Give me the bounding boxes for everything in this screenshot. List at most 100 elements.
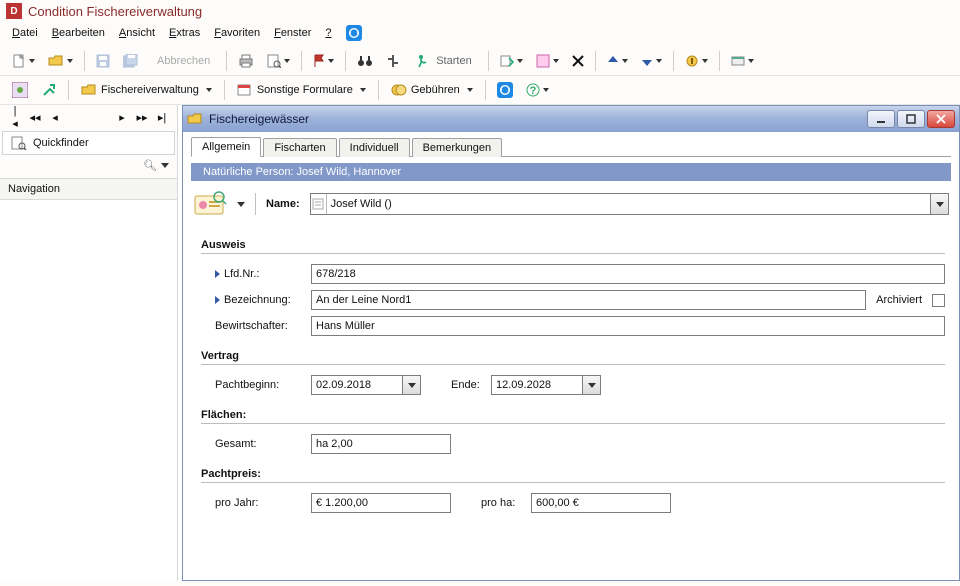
group-vertrag-title: Vertrag (201, 350, 945, 365)
window-icon (187, 111, 203, 127)
abort-button: Abbrechen (148, 50, 219, 72)
minimize-button[interactable] (867, 110, 895, 128)
separator (595, 51, 596, 71)
record-navigator: |◂ ◂◂ ◂ ▸ ▸▸ ▸| (0, 105, 177, 129)
separator (224, 80, 225, 100)
form-body: Ausweis Lfd.Nr.: Bezeichnung: Archiviert… (183, 233, 959, 537)
module-a-icon[interactable] (8, 79, 32, 101)
menubar: Datei Bearbeiten Ansicht Extras Favorite… (0, 22, 960, 47)
projahr-field[interactable] (311, 493, 451, 513)
tool-b-button[interactable] (532, 50, 563, 72)
record-fastprev-button[interactable]: ◂◂ (26, 109, 44, 125)
search-icon[interactable]: 🔍︎ (143, 159, 157, 172)
app-titlebar: D Condition Fischereiverwaltung (0, 0, 960, 22)
bewirtschafter-field[interactable] (311, 316, 945, 336)
tool-a-button[interactable] (496, 50, 527, 72)
quickfinder-icon (11, 136, 27, 150)
fischereiverwaltung-menu[interactable]: Fischereiverwaltung (76, 79, 217, 101)
gesamt-field[interactable] (311, 434, 451, 454)
tab-fischarten[interactable]: Fischarten (263, 138, 336, 157)
binoculars-icon[interactable] (353, 50, 377, 72)
forms-icon (237, 83, 253, 97)
separator (226, 51, 227, 71)
name-value: Josef Wild () (327, 198, 930, 210)
menu-fenster[interactable]: Fenster (274, 27, 311, 39)
group-flaechen: Flächen: Gesamt: (201, 409, 945, 458)
tabstrip: Allgemein Fischarten Individuell Bemerku… (183, 132, 959, 156)
menu-ansicht[interactable]: Ansicht (119, 27, 155, 39)
separator (255, 193, 256, 215)
record-last-button[interactable]: ▸| (153, 109, 171, 125)
group-vertrag: Vertrag Pachtbeginn: Ende: (201, 350, 945, 399)
gebuehren-menu[interactable]: Gebühren (386, 79, 478, 101)
archiviert-checkbox[interactable] (932, 294, 945, 307)
app-title-text: Condition Fischereiverwaltung (28, 4, 202, 19)
quickfinder-label: Quickfinder (33, 137, 89, 149)
svg-text:?: ? (529, 85, 536, 97)
filter-button[interactable] (382, 50, 404, 72)
record-next-button[interactable]: ▸ (113, 109, 131, 125)
name-dropdown-button[interactable] (930, 194, 948, 214)
name-combobox[interactable]: Josef Wild () (310, 193, 949, 215)
open-button[interactable] (44, 50, 77, 72)
separator (301, 51, 302, 71)
menu-datei[interactable]: Datei (12, 27, 38, 39)
delete-button[interactable] (568, 50, 588, 72)
name-row: Name: Josef Wild () (183, 185, 959, 233)
separator (485, 80, 486, 100)
group-ausweis-title: Ausweis (201, 239, 945, 254)
archiviert-label: Archiviert (876, 294, 922, 306)
tab-bemerkungen[interactable]: Bemerkungen (412, 138, 503, 157)
mdi-titlebar[interactable]: Fischereigewässer (183, 106, 959, 132)
print-button[interactable] (234, 50, 258, 72)
pachtbeginn-label: Pachtbeginn: (215, 379, 301, 391)
nav-up-button[interactable] (603, 50, 632, 72)
module-b-icon[interactable] (37, 79, 61, 101)
gesamt-label: Gesamt: (215, 438, 301, 450)
chevron-down-icon[interactable] (161, 163, 169, 168)
projahr-label: pro Jahr: (215, 497, 301, 509)
start-button[interactable]: Starten (409, 50, 480, 72)
navigation-body (0, 200, 177, 581)
bezeichnung-label: Bezeichnung: (215, 294, 301, 306)
new-button[interactable] (8, 50, 39, 72)
group-ausweis: Ausweis Lfd.Nr.: Bezeichnung: Archiviert… (201, 239, 945, 340)
teamviewer-button[interactable] (493, 79, 517, 101)
tab-allgemein[interactable]: Allgemein (191, 137, 261, 157)
help-button[interactable]: ? (522, 79, 553, 101)
toolbar-main: Abbrechen Starten (0, 47, 960, 76)
close-button[interactable] (927, 110, 955, 128)
tab-individuell[interactable]: Individuell (339, 138, 410, 157)
proha-label: pro ha: (461, 497, 521, 509)
navigation-header[interactable]: Navigation (0, 178, 177, 200)
arrow-icon (215, 270, 220, 278)
record-fastnext-button[interactable]: ▸▸ (133, 109, 151, 125)
lfdnr-field[interactable] (311, 264, 945, 284)
maximize-button[interactable] (897, 110, 925, 128)
proha-field[interactable] (531, 493, 671, 513)
record-prev-button[interactable]: ◂ (46, 109, 64, 125)
sonstige-formulare-menu[interactable]: Sonstige Formulare (232, 79, 371, 101)
menu-extras[interactable]: Extras (169, 27, 200, 39)
teamviewer-icon[interactable] (346, 25, 362, 41)
pachtbeginn-field[interactable] (311, 375, 421, 395)
date-dropdown-button[interactable] (402, 376, 420, 394)
tool-c-button[interactable] (681, 50, 712, 72)
tool-d-button[interactable] (727, 50, 758, 72)
record-first-button[interactable]: |◂ (6, 109, 24, 125)
menu-favoriten[interactable]: Favoriten (214, 27, 260, 39)
ende-field[interactable] (491, 375, 601, 395)
date-dropdown-button[interactable] (582, 376, 600, 394)
separator (488, 51, 489, 71)
quickfinder-header[interactable]: Quickfinder (2, 131, 175, 155)
separator (378, 80, 379, 100)
workspace: |◂ ◂◂ ◂ ▸ ▸▸ ▸| Quickfinder 🔍︎ Navigatio… (0, 105, 960, 581)
nav-down-button[interactable] (637, 50, 666, 72)
menu-bearbeiten[interactable]: Bearbeiten (52, 27, 105, 39)
flag-button[interactable] (309, 50, 338, 72)
print-preview-button[interactable] (263, 50, 294, 72)
person-run-icon (414, 54, 428, 68)
card-dropdown-icon[interactable] (237, 202, 245, 207)
menu-help[interactable]: ? (325, 27, 331, 39)
bezeichnung-field[interactable] (311, 290, 866, 310)
